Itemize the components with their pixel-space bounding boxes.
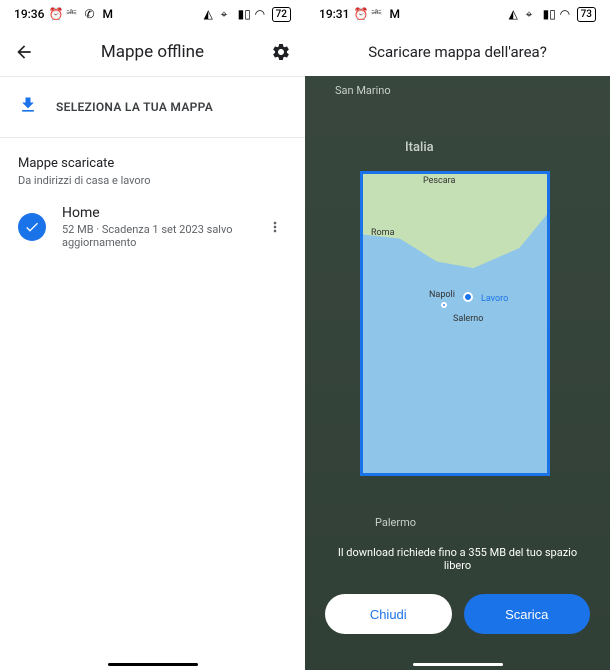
alarm-icon: ⏰ <box>353 7 367 21</box>
battery-indicator: 73 <box>577 7 596 22</box>
download-icon <box>18 95 38 119</box>
downloaded-maps-section: Mappe scaricate Da indirizzi di casa e l… <box>0 138 305 191</box>
whatsapp-icon: ✆ <box>84 7 98 21</box>
download-button[interactable]: Scarica <box>464 594 591 634</box>
bluetooth-icon: ⌖ <box>221 7 235 21</box>
wifi-icon: ◠ <box>560 7 574 21</box>
location-icon: ◭ <box>509 7 523 21</box>
close-button[interactable]: Chiudi <box>325 594 452 634</box>
more-vert-icon <box>267 219 283 235</box>
location-icon: ◭ <box>204 7 218 21</box>
status-bar: 19:36 ⏰ ⎃ ✆ M ◭ ⌖ ▮▯ ◠ 72 <box>0 0 305 28</box>
map-label-salerno: Salerno <box>453 314 483 324</box>
arrow-left-icon <box>14 42 34 62</box>
map-pin-lavoro <box>463 292 473 302</box>
nfc-icon: ⎃ <box>66 7 80 21</box>
map-viewport[interactable]: San Marino Italia Palermo Pescara Roma N… <box>305 76 610 670</box>
offline-map-item[interactable]: Home 52 MB · Scadenza 1 set 2023 salvo a… <box>0 191 305 263</box>
back-button[interactable] <box>12 40 36 64</box>
settings-button[interactable] <box>269 40 293 64</box>
nav-bar[interactable] <box>413 663 503 666</box>
select-map-label: SELEZIONA LA TUA MAPPA <box>56 100 213 114</box>
action-buttons: Chiudi Scarica <box>305 594 610 634</box>
download-area-header: Scaricare mappa dell'area? <box>305 28 610 76</box>
map-label-pescara: Pescara <box>423 176 455 186</box>
nfc-icon: ⎃ <box>371 7 385 21</box>
select-your-map-button[interactable]: SELEZIONA LA TUA MAPPA <box>0 76 305 138</box>
status-time: 19:36 <box>14 7 44 21</box>
map-selection-box[interactable]: Pescara Roma Napoli Lavoro Salerno <box>360 171 550 476</box>
battery-indicator: 72 <box>272 7 291 22</box>
map-pin-napoli <box>441 302 447 308</box>
checkmark-icon <box>24 219 40 235</box>
nav-bar[interactable] <box>108 663 198 666</box>
map-label-napoli: Napoli <box>429 290 455 300</box>
map-item-name: Home <box>62 205 247 221</box>
section-subtitle: Da indirizzi di casa e lavoro <box>18 174 287 187</box>
map-item-meta: 52 MB · Scadenza 1 set 2023 salvo aggior… <box>62 223 247 249</box>
download-area-title: Scaricare mappa dell'area? <box>368 43 547 61</box>
status-bar: 19:31 ⏰ ⎃ M ◭ ⌖ ▮▯ ◠ 73 <box>305 0 610 28</box>
page-title: Mappe offline <box>56 42 249 62</box>
map-land <box>363 174 547 309</box>
section-title: Mappe scaricate <box>18 156 287 171</box>
status-time: 19:31 <box>319 7 349 21</box>
map-label-sanmarino: San Marino <box>335 84 391 97</box>
map-label-palermo: Palermo <box>375 516 416 529</box>
gear-icon <box>271 42 291 62</box>
signal-icon: ▮▯ <box>238 7 252 21</box>
map-label-lavoro: Lavoro <box>481 294 508 304</box>
map-label-italia: Italia <box>405 140 434 155</box>
gmail-icon: M <box>102 7 116 21</box>
alarm-icon: ⏰ <box>48 7 62 21</box>
gmail-icon: M <box>389 7 403 21</box>
map-label-roma: Roma <box>371 228 394 238</box>
map-badge-icon <box>18 213 46 241</box>
download-size-info: Il download richiede fino a 355 MB del t… <box>305 546 610 572</box>
signal-icon: ▮▯ <box>543 7 557 21</box>
app-header: Mappe offline <box>0 28 305 76</box>
map-item-more-button[interactable] <box>263 215 287 239</box>
bluetooth-icon: ⌖ <box>526 7 540 21</box>
wifi-icon: ◠ <box>255 7 269 21</box>
